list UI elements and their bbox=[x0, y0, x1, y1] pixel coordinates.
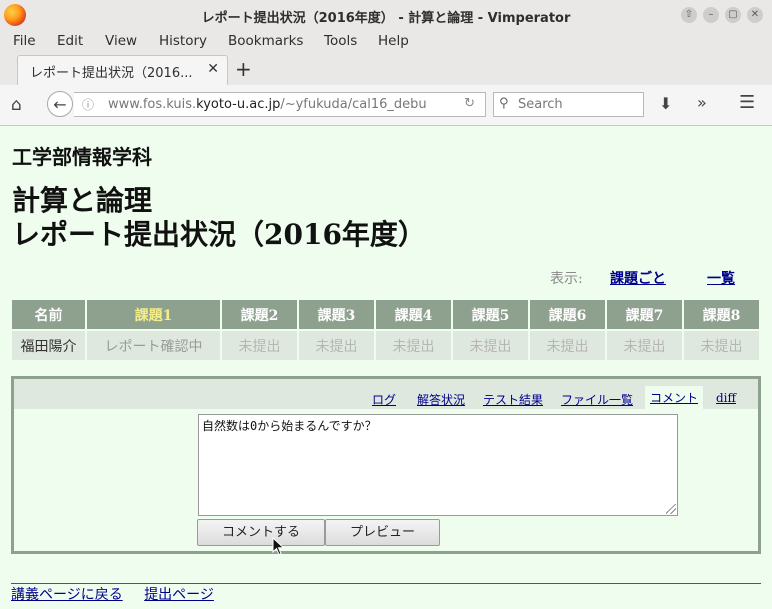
back-to-lecture-link[interactable]: 講義ページに戻る bbox=[11, 587, 123, 603]
view-list-link[interactable]: 一覧 bbox=[707, 268, 735, 288]
task-3-status[interactable]: 未提出 bbox=[299, 331, 374, 360]
header-task-7[interactable]: 課題7 bbox=[607, 300, 682, 329]
back-arrow-icon[interactable]: ← bbox=[47, 91, 73, 117]
tab-diff[interactable]: diff bbox=[716, 391, 736, 405]
header-task-3[interactable]: 課題3 bbox=[299, 300, 374, 329]
page-title: 計算と論理 レポート提出状況（2016年度） bbox=[12, 184, 426, 252]
task-2-status[interactable]: 未提出 bbox=[222, 331, 297, 360]
menu-history[interactable]: History bbox=[159, 33, 207, 49]
tab-bar: レポート提出状況（2016... ✕ + bbox=[0, 53, 772, 86]
url-text[interactable]: www.fos.kuis.kyoto-u.ac.jp/~yfukuda/cal1… bbox=[108, 97, 428, 112]
header-task-8[interactable]: 課題8 bbox=[684, 300, 759, 329]
header-name: 名前 bbox=[12, 300, 85, 329]
home-icon[interactable]: ⌂ bbox=[11, 95, 22, 115]
department-heading: 工学部情報学科 bbox=[12, 145, 152, 169]
hamburger-menu-icon[interactable]: ☰ bbox=[739, 92, 755, 113]
header-task-1[interactable]: 課題1 bbox=[87, 300, 220, 329]
window-title: レポート提出状況（2016年度） - 計算と論理 - Vimperator bbox=[201, 11, 571, 26]
tab-close-icon[interactable]: ✕ bbox=[207, 61, 219, 77]
menu-view[interactable]: View bbox=[105, 33, 137, 49]
menu-bookmarks[interactable]: Bookmarks bbox=[228, 33, 303, 49]
task-6-status[interactable]: 未提出 bbox=[530, 331, 605, 360]
tab-comment[interactable]: コメント bbox=[645, 386, 704, 411]
header-task-6[interactable]: 課題6 bbox=[530, 300, 605, 329]
tab-file-list[interactable]: ファイル一覧 bbox=[561, 391, 633, 408]
task-5-status[interactable]: 未提出 bbox=[453, 331, 528, 360]
search-input[interactable]: ⚲ Search bbox=[493, 92, 644, 117]
table-header-row: 名前 課題1 課題2 課題3 課題4 課題5 課題6 課題7 課題8 bbox=[12, 300, 759, 329]
header-task-4[interactable]: 課題4 bbox=[376, 300, 451, 329]
comment-text: 自然数は0から始まるんですか？ bbox=[202, 419, 377, 433]
tab-test-results[interactable]: テスト結果 bbox=[483, 391, 543, 408]
header-task-2[interactable]: 課題2 bbox=[222, 300, 297, 329]
comment-textarea[interactable]: 自然数は0から始まるんですか？ bbox=[198, 414, 678, 516]
task-8-status[interactable]: 未提出 bbox=[684, 331, 759, 360]
window-maximize-icon[interactable]: ▢ bbox=[725, 7, 741, 23]
submit-comment-button[interactable]: コメントする bbox=[197, 519, 325, 546]
window-minimize-icon[interactable]: – bbox=[703, 7, 719, 23]
tab-log[interactable]: ログ bbox=[372, 391, 396, 408]
page-title-line1: 計算と論理 bbox=[12, 184, 153, 217]
view-label: 表示: bbox=[550, 271, 583, 287]
menu-edit[interactable]: Edit bbox=[57, 33, 83, 49]
status-table: 名前 課題1 課題2 課題3 課題4 課題5 課題6 課題7 課題8 福田陽介 … bbox=[10, 298, 761, 362]
menu-help[interactable]: Help bbox=[378, 33, 409, 49]
footer-links: 講義ページに戻る 提出ページ bbox=[11, 584, 231, 604]
menu-file[interactable]: File bbox=[13, 33, 36, 49]
download-icon[interactable]: ⬇ bbox=[659, 94, 672, 113]
task-1-status[interactable]: レポート確認中 bbox=[87, 331, 220, 360]
mouse-cursor-icon bbox=[272, 537, 285, 556]
panel-tabs: ログ 解答状況 テスト結果 ファイル一覧 コメント diff bbox=[14, 379, 758, 411]
student-name: 福田陽介 bbox=[12, 331, 85, 360]
preview-button[interactable]: プレビュー bbox=[325, 519, 440, 546]
browser-tab[interactable]: レポート提出状況（2016... ✕ bbox=[17, 55, 228, 85]
browser-tab-label: レポート提出状況（2016... bbox=[30, 66, 193, 81]
submit-page-link[interactable]: 提出ページ bbox=[144, 587, 214, 603]
search-icon: ⚲ bbox=[499, 96, 509, 111]
search-placeholder: Search bbox=[518, 97, 563, 112]
menu-bar: File Edit View History Bookmarks Tools H… bbox=[0, 30, 772, 53]
page-content: 工学部情報学科 計算と論理 レポート提出状況（2016年度） 表示: 課題ごと … bbox=[0, 126, 772, 609]
resize-grip-icon[interactable] bbox=[666, 504, 676, 514]
reload-icon[interactable]: ↻ bbox=[464, 96, 475, 111]
page-title-line2: レポート提出状況（2016年度） bbox=[12, 218, 426, 251]
new-tab-icon[interactable]: + bbox=[235, 57, 252, 81]
table-row: 福田陽介 レポート確認中 未提出 未提出 未提出 未提出 未提出 未提出 未提出 bbox=[12, 331, 759, 360]
info-icon[interactable]: ⓘ bbox=[82, 96, 94, 113]
window-close-icon[interactable]: ✕ bbox=[747, 7, 763, 23]
overflow-chevron-icon[interactable]: » bbox=[697, 93, 707, 112]
task-7-status[interactable]: 未提出 bbox=[607, 331, 682, 360]
tab-answer-status[interactable]: 解答状況 bbox=[417, 391, 465, 408]
menu-tools[interactable]: Tools bbox=[324, 33, 357, 49]
url-bar[interactable]: ⓘ www.fos.kuis.kyoto-u.ac.jp/~yfukuda/ca… bbox=[74, 92, 486, 117]
task-4-status[interactable]: 未提出 bbox=[376, 331, 451, 360]
header-task-5[interactable]: 課題5 bbox=[453, 300, 528, 329]
window-titlebar: レポート提出状況（2016年度） - 計算と論理 - Vimperator ⇧ … bbox=[0, 0, 772, 31]
view-by-task-link[interactable]: 課題ごと bbox=[610, 268, 666, 288]
navigation-bar: ⌂ ← ⓘ www.fos.kuis.kyoto-u.ac.jp/~yfukud… bbox=[0, 85, 772, 126]
detail-panel: ログ 解答状況 テスト結果 ファイル一覧 コメント diff 自然数は0から始ま… bbox=[11, 376, 761, 554]
window-shade-icon[interactable]: ⇧ bbox=[681, 7, 697, 23]
